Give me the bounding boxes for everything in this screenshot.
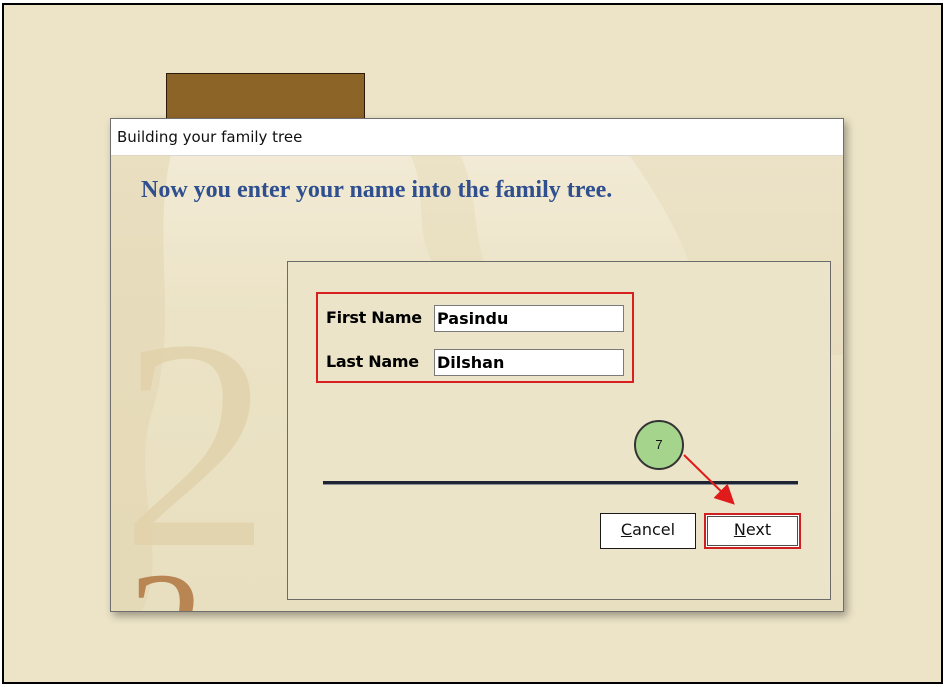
dialog-title: Building your family tree [117, 128, 303, 146]
last-name-field[interactable]: Dilshan [434, 349, 624, 376]
step-number-badge: 7 [634, 420, 684, 470]
page-heading: Now you enter your name into the family … [141, 177, 613, 203]
first-name-field[interactable]: Pasindu [434, 305, 624, 332]
next-mnemonic: N [733, 520, 746, 539]
dialog-titlebar: Building your family tree [111, 119, 843, 156]
separator-line [323, 481, 798, 485]
cancel-button[interactable]: Cancel [600, 513, 696, 549]
family-tree-dialog: Building your family tree 2 2 Now you en… [110, 118, 844, 612]
form-panel: First Name Pasindu Last Name Dilshan Can… [287, 261, 831, 600]
background-tab [166, 73, 365, 119]
background-numeral: 2 [129, 543, 204, 612]
cancel-label: ancel [632, 520, 676, 539]
first-name-label: First Name [326, 308, 422, 327]
name-fields-highlight: First Name Pasindu Last Name Dilshan [316, 292, 634, 383]
next-label: ext [745, 520, 772, 539]
next-button[interactable]: Next [704, 513, 801, 549]
last-name-label: Last Name [326, 352, 419, 371]
cancel-mnemonic: C [620, 520, 633, 539]
background-numeral-ghost: 2 [121, 278, 271, 610]
